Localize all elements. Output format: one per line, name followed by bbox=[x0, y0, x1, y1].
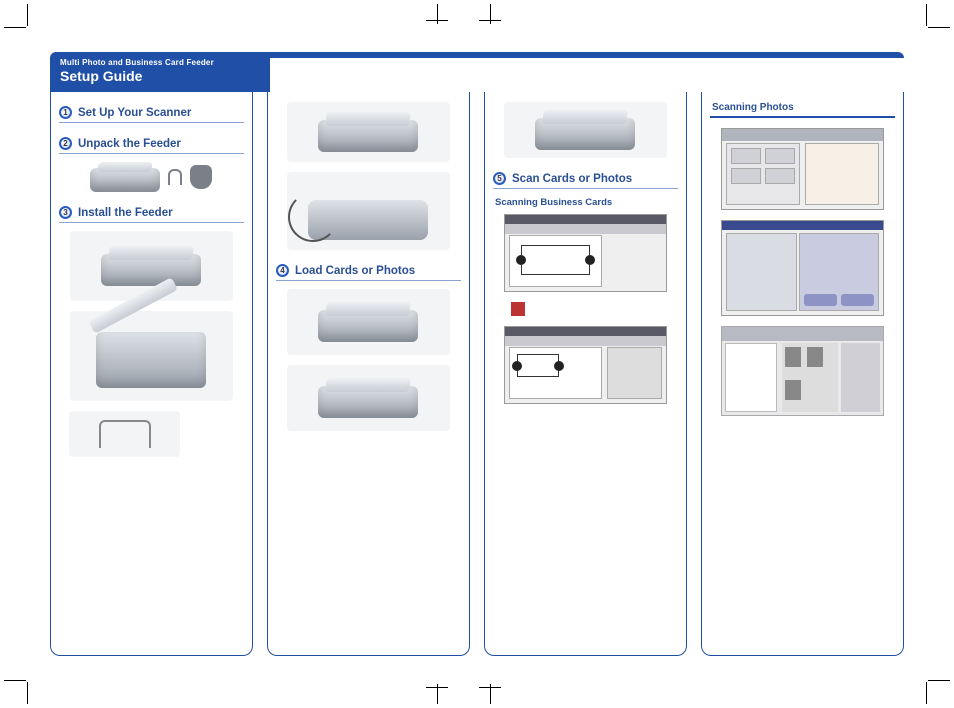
insert-card-icon bbox=[287, 289, 450, 355]
unpack-items bbox=[70, 162, 233, 192]
columns: 1 Set Up Your Scanner 2 Unpack the Feede… bbox=[50, 92, 904, 656]
accessory-icon bbox=[190, 165, 212, 189]
connector-icon bbox=[168, 169, 182, 185]
step-5-heading: 5 Scan Cards or Photos bbox=[493, 172, 678, 189]
scan-dialog-screenshot bbox=[721, 220, 884, 316]
column-3: 5 Scan Cards or Photos Scanning Business… bbox=[484, 92, 687, 656]
step-4-heading: 4 Load Cards or Photos bbox=[276, 264, 461, 281]
step-3-number-icon: 3 bbox=[59, 206, 72, 219]
feeder-icon bbox=[90, 162, 160, 192]
step-4-label: Load Cards or Photos bbox=[295, 265, 415, 277]
photo-manager-screenshot bbox=[721, 326, 884, 416]
sub-biz-cards: Scanning Business Cards bbox=[495, 197, 678, 208]
photo-screenshots bbox=[710, 128, 895, 416]
setup-guide-page: Multi Photo and Business Card Feeder Set… bbox=[50, 52, 904, 656]
doc-pretitle: Multi Photo and Business Card Feeder bbox=[60, 58, 260, 67]
scanner-open-icon bbox=[70, 311, 233, 401]
attach-feeder-icon bbox=[287, 102, 450, 162]
smart-panel-screenshot bbox=[721, 128, 884, 210]
bizcard-screenshots bbox=[493, 214, 678, 404]
cable-loop-icon bbox=[287, 172, 450, 250]
insert-photo-icon bbox=[287, 365, 450, 431]
doc-header: Multi Photo and Business Card Feeder Set… bbox=[50, 52, 270, 92]
bizcard-app-screenshot-1 bbox=[504, 214, 667, 292]
sub-scan-photos: Scanning Photos bbox=[710, 102, 895, 118]
load-illustrations bbox=[276, 289, 461, 431]
step-2-number-icon: 2 bbox=[59, 137, 72, 150]
install-cont-illustrations bbox=[276, 102, 461, 250]
column-2: 4 Load Cards or Photos bbox=[267, 92, 470, 656]
step-5-number-icon: 5 bbox=[493, 172, 506, 185]
header-bar bbox=[270, 52, 904, 58]
step-4-number-icon: 4 bbox=[276, 264, 289, 277]
doc-title: Setup Guide bbox=[60, 68, 260, 84]
bizcard-app-screenshot-2 bbox=[504, 326, 667, 404]
install-illustrations bbox=[59, 231, 244, 457]
ready-scanner-icon bbox=[504, 102, 667, 158]
column-4: Scanning Photos bbox=[701, 92, 904, 656]
step-5-label: Scan Cards or Photos bbox=[512, 173, 632, 185]
step-1-number-icon: 1 bbox=[59, 106, 72, 119]
step-1-heading: 1 Set Up Your Scanner bbox=[59, 106, 244, 123]
stop-marker-icon bbox=[511, 302, 525, 316]
scan-top-illustration bbox=[493, 102, 678, 158]
step-3-label: Install the Feeder bbox=[78, 207, 173, 219]
step-2-heading: 2 Unpack the Feeder bbox=[59, 137, 244, 154]
step-1-label: Set Up Your Scanner bbox=[78, 107, 191, 119]
unpack-illustrations bbox=[59, 162, 244, 192]
step-2-label: Unpack the Feeder bbox=[78, 138, 181, 150]
hinge-detail-icon bbox=[69, 411, 180, 457]
column-1: 1 Set Up Your Scanner 2 Unpack the Feede… bbox=[50, 92, 253, 656]
step-3-heading: 3 Install the Feeder bbox=[59, 206, 244, 223]
